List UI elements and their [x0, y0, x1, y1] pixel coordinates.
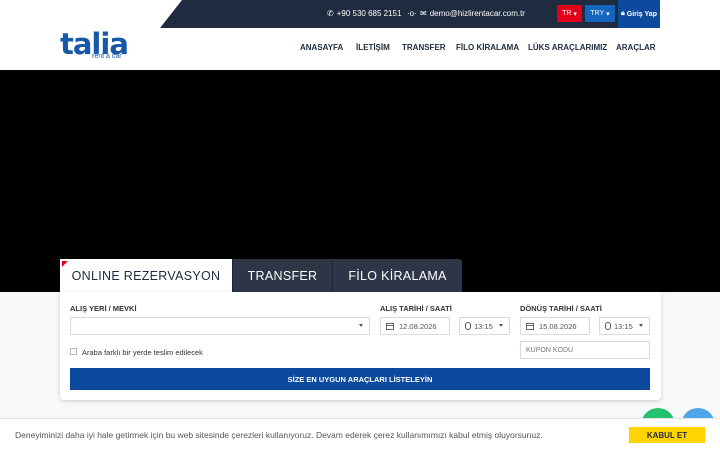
different-return-checkbox[interactable] [70, 348, 77, 355]
mail-icon: ✉ [420, 9, 427, 18]
currency-value: TRY [590, 10, 605, 17]
language-value: TR [562, 10, 572, 17]
tab-fleet-rental[interactable]: FİLO KİRALAMA [332, 259, 462, 292]
login-label: Giriş Yap [626, 10, 657, 18]
return-time-value: 13:15 [614, 321, 633, 331]
list-cars-button[interactable]: SİZE EN UYGUN ARAÇLARI LİSTELEYİN [70, 368, 650, 390]
calendar-icon [526, 322, 534, 330]
main-nav: ANASAYFA İLETİŞİM TRANSFER FİLO KİRALAMA… [0, 43, 720, 55]
nav-item-luxury-cars[interactable]: LÜKS ARAÇLARIMIZ [528, 43, 607, 52]
chevron-down-icon: ▾ [606, 10, 610, 18]
different-return-label: Araba farklı bir yerde teslim edilecek [82, 348, 203, 357]
login-button[interactable]: 🔒︎ Giriş Yap [618, 0, 660, 28]
booking-tabs: ONLINE REZERVASYON TRANSFER FİLO KİRALAM… [60, 259, 462, 292]
nav-item-fleet-rental[interactable]: FİLO KİRALAMA [456, 43, 519, 52]
email-link[interactable]: ✉ demo@hizlirentacar.com.tr [420, 9, 525, 18]
phone-icon: ✆ [327, 9, 334, 18]
caret-down-icon [499, 324, 503, 327]
pickup-date-input[interactable]: 12.08.2026 [380, 317, 450, 335]
nav-item-contact[interactable]: İLETİŞİM [356, 43, 390, 52]
pickup-date-label: ALIŞ TARİHİ / SAATİ [380, 304, 452, 313]
calendar-icon [386, 322, 394, 330]
chevron-down-icon: ▾ [573, 10, 577, 18]
nav-item-home[interactable]: ANASAYFA [300, 43, 343, 52]
lock-icon: 🔒︎ [621, 10, 625, 17]
coupon-code-input[interactable] [520, 341, 650, 359]
nav-item-cars[interactable]: ARAÇLAR [616, 43, 656, 52]
cookie-banner: Deneyiminizi daha iyi hale getirmek için… [0, 418, 720, 450]
pickup-date-value: 12.08.2026 [399, 321, 437, 331]
clock-icon [605, 322, 611, 330]
return-date-label: DÖNÜŞ TARİHİ / SAATİ [520, 304, 602, 313]
caret-down-icon [359, 324, 363, 327]
pickup-location-select[interactable] [70, 317, 370, 335]
language-selector[interactable]: TR ▾ [557, 5, 582, 22]
return-date-input[interactable]: 15.08.2026 [520, 317, 590, 335]
separator-icon: ·o· [407, 9, 417, 18]
tab-transfer[interactable]: TRANSFER [232, 259, 332, 292]
cookie-accept-button[interactable]: KABUL ET [629, 427, 705, 443]
phone-number: +90 530 685 2151 [336, 9, 402, 18]
return-date-value: 15.08.2026 [539, 321, 577, 331]
pickup-time-value: 13:15 [474, 321, 493, 331]
cookie-message: Deneyiminizi daha iyi hale getirmek için… [15, 430, 543, 440]
caret-down-icon [639, 324, 643, 327]
phone-link[interactable]: ✆ +90 530 685 2151 [327, 9, 401, 18]
currency-selector[interactable]: TRY ▾ [585, 5, 615, 22]
reservation-form: ALIŞ YERİ / MEVKİ ALIŞ TARİHİ / SAATİ DÖ… [60, 292, 661, 400]
clock-icon [465, 322, 471, 330]
pickup-time-select[interactable]: 13:15 [459, 317, 510, 335]
email-address: demo@hizlirentacar.com.tr [429, 9, 525, 18]
pickup-location-label: ALIŞ YERİ / MEVKİ [70, 304, 137, 313]
nav-item-transfer[interactable]: TRANSFER [402, 43, 446, 52]
tab-online-reservation[interactable]: ONLINE REZERVASYON [60, 259, 232, 292]
return-time-select[interactable]: 13:15 [599, 317, 650, 335]
top-bar: ✆ +90 530 685 2151 ·o· ✉ demo@hizlirenta… [160, 0, 660, 28]
